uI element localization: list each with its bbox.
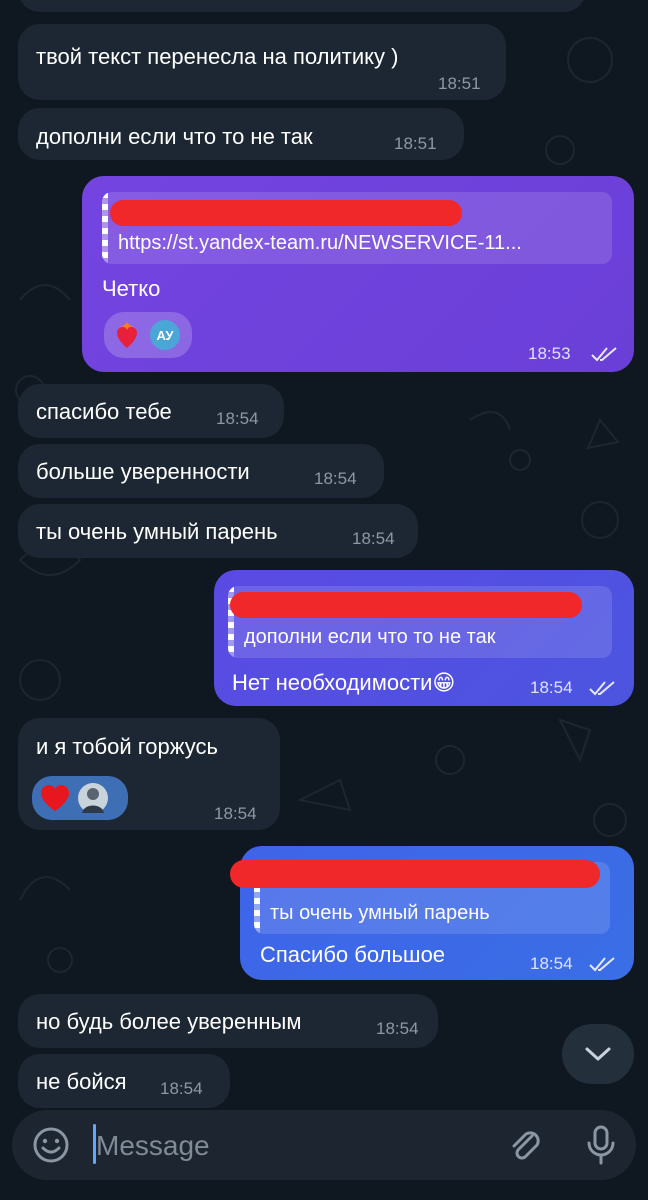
redaction-mark — [230, 592, 582, 618]
message-time: 18:54 — [352, 529, 395, 548]
message-bubble-incoming[interactable]: спасибо тебе 18:54 — [18, 384, 284, 438]
message-bubble-outgoing[interactable]: ты очень умный парень Спасибо большое 18… — [230, 846, 634, 980]
heart-on-fire-icon — [117, 322, 137, 348]
reply-preview-text: https://st.yandex-team.ru/NEWSERVICE-11.… — [118, 232, 522, 254]
paperclip-icon — [512, 1131, 540, 1160]
message-bubble-partial[interactable] — [18, 0, 586, 12]
message-input[interactable] — [94, 1122, 478, 1170]
reaction-avatar-photo — [78, 783, 108, 813]
message-time: 18:54 — [376, 1019, 419, 1038]
chevron-down-icon — [585, 1047, 611, 1061]
reactions-bar[interactable]: АУ — [104, 312, 192, 358]
message-text: Нет необходимости😁 — [232, 670, 456, 695]
message-bubble-incoming[interactable]: ты очень умный парень 18:54 — [18, 504, 418, 558]
message-text: твой текст перенесла на политику ) — [36, 44, 399, 69]
message-time: 18:54 — [530, 678, 573, 697]
reply-preview-text: дополни если что то не так — [244, 626, 496, 648]
message-bubble-incoming[interactable]: но будь более уверенным 18:54 — [18, 994, 438, 1048]
scroll-to-bottom-button[interactable] — [562, 1024, 634, 1084]
message-text: не бойся — [36, 1069, 127, 1094]
reply-preview-text: ты очень умный парень — [270, 902, 490, 924]
message-text: и я тобой горжусь — [36, 734, 218, 759]
message-text: но будь более уверенным — [36, 1009, 302, 1034]
double-check-icon — [589, 957, 615, 972]
message-time: 18:51 — [438, 74, 481, 93]
message-text: дополни если что то не так — [36, 124, 313, 149]
message-time: 18:54 — [216, 409, 259, 428]
message-text: Спасибо большое — [260, 942, 446, 967]
message-bubble-outgoing[interactable]: https://st.yandex-team.ru/NEWSERVICE-11.… — [82, 176, 634, 372]
message-time: 18:54 — [314, 469, 357, 488]
message-bubble-incoming[interactable]: дополни если что то не так 18:51 — [18, 108, 464, 160]
double-check-icon — [589, 681, 615, 696]
message-bubble-incoming[interactable]: твой текст перенесла на политику ) 18:51 — [18, 24, 506, 100]
reply-accent-bar — [102, 192, 108, 264]
voice-message-button[interactable] — [576, 1120, 626, 1170]
message-text: больше уверенности — [36, 459, 250, 484]
message-list[interactable]: твой текст перенесла на политику ) 18:51… — [0, 0, 648, 1120]
microphone-icon — [587, 1125, 615, 1165]
double-check-icon — [591, 347, 617, 362]
message-time: 18:54 — [530, 954, 573, 973]
message-bubble-incoming[interactable]: больше уверенности 18:54 — [18, 444, 384, 498]
message-time: 18:51 — [394, 134, 437, 153]
emoji-button[interactable] — [28, 1122, 74, 1168]
message-time: 18:54 — [160, 1079, 203, 1098]
smiley-icon — [33, 1127, 69, 1163]
message-bubble-incoming[interactable]: не бойся 18:54 — [18, 1054, 230, 1108]
message-text: ты очень умный парень — [36, 519, 278, 544]
message-bubble-outgoing[interactable]: дополни если что то не так Нет необходим… — [214, 570, 634, 706]
redaction-mark — [230, 860, 600, 888]
redaction-mark — [110, 200, 462, 226]
red-heart-icon — [41, 785, 69, 811]
message-bubble-incoming[interactable]: и я тобой горжусь 18:54 — [18, 718, 280, 830]
message-text: Четко — [102, 276, 161, 301]
reactions-bar[interactable] — [32, 776, 128, 820]
attach-button[interactable] — [500, 1120, 550, 1170]
reaction-avatar: АУ — [150, 320, 180, 350]
message-time: 18:54 — [214, 804, 257, 823]
message-time: 18:53 — [528, 344, 571, 363]
message-text: спасибо тебе — [36, 399, 172, 424]
